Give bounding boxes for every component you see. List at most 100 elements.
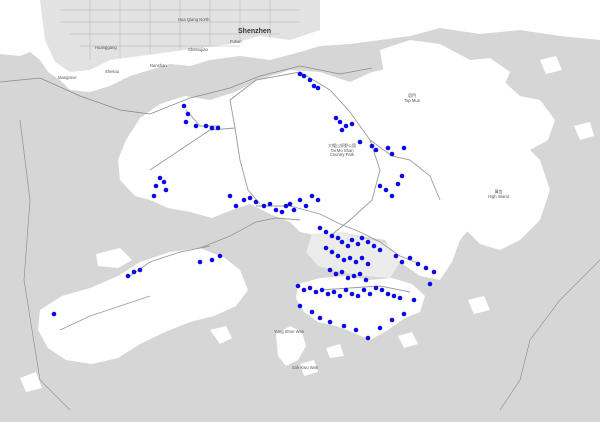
location-marker[interactable] (331, 289, 337, 295)
location-marker[interactable] (383, 187, 389, 193)
location-marker[interactable] (297, 71, 303, 77)
location-marker[interactable] (399, 173, 405, 179)
location-marker[interactable] (253, 199, 259, 205)
location-marker[interactable] (241, 197, 247, 203)
location-marker[interactable] (323, 245, 329, 251)
location-marker[interactable] (377, 183, 383, 189)
location-marker[interactable] (227, 193, 233, 199)
location-marker[interactable] (313, 289, 319, 295)
location-marker[interactable] (233, 203, 239, 209)
map-view[interactable]: Shenzhen Hua Qiang North Futian Huanggan… (0, 0, 600, 422)
location-marker[interactable] (339, 239, 345, 245)
location-marker[interactable] (333, 271, 339, 277)
location-marker[interactable] (51, 311, 57, 317)
location-marker[interactable] (185, 111, 191, 117)
location-marker[interactable] (261, 203, 267, 209)
location-marker[interactable] (273, 207, 279, 213)
location-marker[interactable] (291, 207, 297, 213)
location-marker[interactable] (343, 287, 349, 293)
location-marker[interactable] (297, 303, 303, 309)
location-marker[interactable] (327, 319, 333, 325)
location-marker[interactable] (301, 73, 307, 79)
location-marker[interactable] (351, 273, 357, 279)
location-marker[interactable] (373, 285, 379, 291)
location-marker[interactable] (365, 261, 371, 267)
location-marker[interactable] (353, 327, 359, 333)
location-marker[interactable] (427, 281, 433, 287)
location-marker[interactable] (389, 317, 395, 323)
location-marker[interactable] (325, 291, 331, 297)
location-marker[interactable] (295, 283, 301, 289)
location-marker[interactable] (431, 269, 437, 275)
location-marker[interactable] (209, 257, 215, 263)
location-marker[interactable] (329, 249, 335, 255)
location-marker[interactable] (151, 193, 157, 199)
location-marker[interactable] (373, 147, 379, 153)
location-marker[interactable] (393, 253, 399, 259)
location-marker[interactable] (411, 297, 417, 303)
location-marker[interactable] (337, 119, 343, 125)
location-marker[interactable] (357, 271, 363, 277)
location-marker[interactable] (215, 125, 221, 131)
location-marker[interactable] (389, 193, 395, 199)
location-marker[interactable] (279, 209, 285, 215)
location-marker[interactable] (367, 291, 373, 297)
location-marker[interactable] (335, 235, 341, 241)
location-marker[interactable] (309, 309, 315, 315)
location-marker[interactable] (309, 193, 315, 199)
location-marker[interactable] (395, 181, 401, 187)
location-marker[interactable] (359, 235, 365, 241)
location-marker[interactable] (303, 203, 309, 209)
location-marker[interactable] (125, 273, 131, 279)
location-marker[interactable] (323, 229, 329, 235)
location-marker[interactable] (415, 261, 421, 267)
location-marker[interactable] (363, 277, 369, 283)
location-marker[interactable] (137, 267, 143, 273)
location-marker[interactable] (193, 123, 199, 129)
location-marker[interactable] (327, 267, 333, 273)
location-marker[interactable] (349, 291, 355, 297)
location-marker[interactable] (349, 121, 355, 127)
location-marker[interactable] (339, 269, 345, 275)
location-marker[interactable] (349, 237, 355, 243)
location-marker[interactable] (307, 285, 313, 291)
location-marker[interactable] (161, 179, 167, 185)
location-marker[interactable] (329, 233, 335, 239)
location-marker[interactable] (153, 183, 159, 189)
location-marker[interactable] (377, 247, 383, 253)
location-marker[interactable] (183, 119, 189, 125)
location-marker[interactable] (307, 77, 313, 83)
location-marker[interactable] (365, 335, 371, 341)
location-marker[interactable] (361, 287, 367, 293)
location-marker[interactable] (359, 255, 365, 261)
location-marker[interactable] (391, 293, 397, 299)
location-marker[interactable] (401, 145, 407, 151)
location-marker[interactable] (315, 85, 321, 91)
location-marker[interactable] (355, 241, 361, 247)
location-marker[interactable] (217, 253, 223, 259)
location-marker[interactable] (315, 197, 321, 203)
location-marker[interactable] (365, 239, 371, 245)
location-marker[interactable] (399, 259, 405, 265)
location-marker[interactable] (181, 103, 187, 109)
location-marker[interactable] (337, 293, 343, 299)
location-marker[interactable] (301, 287, 307, 293)
location-marker[interactable] (339, 127, 345, 133)
location-marker[interactable] (317, 315, 323, 321)
location-marker[interactable] (311, 83, 317, 89)
location-marker[interactable] (163, 187, 169, 193)
location-marker[interactable] (333, 115, 339, 121)
location-marker[interactable] (371, 243, 377, 249)
location-marker[interactable] (423, 265, 429, 271)
location-marker[interactable] (283, 203, 289, 209)
location-marker[interactable] (131, 269, 137, 275)
location-marker[interactable] (319, 287, 325, 293)
location-marker[interactable] (385, 291, 391, 297)
location-marker[interactable] (345, 275, 351, 281)
location-marker[interactable] (247, 195, 253, 201)
location-marker[interactable] (335, 253, 341, 259)
location-marker[interactable] (341, 323, 347, 329)
location-marker[interactable] (379, 287, 385, 293)
location-marker[interactable] (267, 201, 273, 207)
location-marker[interactable] (369, 143, 375, 149)
